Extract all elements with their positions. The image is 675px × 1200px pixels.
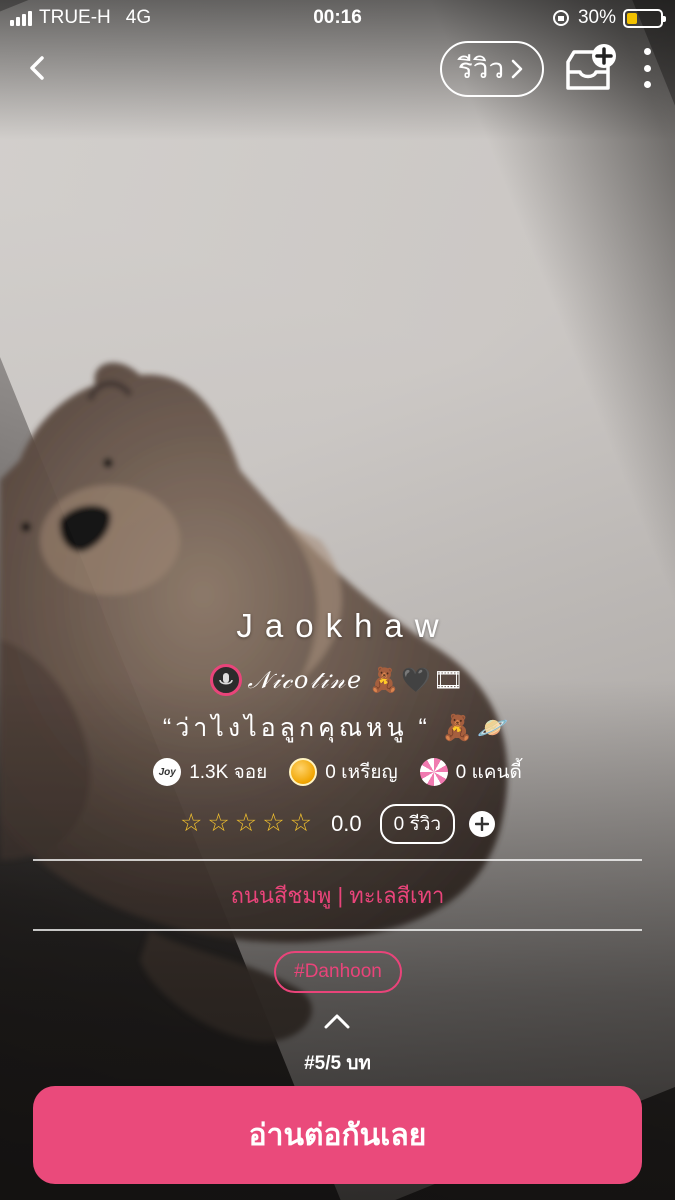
rating-row: ☆ ☆ ☆ ☆ ☆ 0.0 0 รีวิว [0, 804, 675, 844]
review-button-label: รีวิว [457, 53, 505, 84]
coin-icon [289, 758, 318, 786]
chevron-up-icon [324, 1014, 350, 1029]
rating-stars: ☆ ☆ ☆ ☆ ☆ [180, 811, 317, 837]
review-button[interactable]: รีวิว [440, 41, 544, 97]
author-emoji: 🧸🖤🎞 [369, 666, 466, 694]
microphone-icon [218, 673, 233, 685]
add-to-shelf-icon [566, 44, 616, 90]
expand-details-button[interactable] [322, 1012, 352, 1030]
coin-count: 0 เหรียญ [325, 762, 398, 783]
back-button[interactable] [20, 50, 54, 86]
chevron-right-icon [511, 59, 523, 79]
review-count-button[interactable]: 0 รีวิว [379, 804, 456, 844]
hashtag-chip[interactable]: #Danhoon [274, 951, 402, 993]
tagline-text: “ว่าไงไอลูกคุณหนู “ [162, 714, 431, 742]
stats-row: Joy 1.3K จอย 0 เหรียญ 0 แคนดี้ [0, 757, 675, 787]
candy-icon [419, 758, 448, 786]
chapter-count: #5/5 บท [304, 1053, 371, 1074]
joy-icon: Joy [153, 758, 182, 786]
author-row[interactable]: 𝒩𝒾𝒸𝑜𝓉𝒾𝓃𝑒 🧸🖤🎞 [0, 664, 675, 696]
add-review-button[interactable] [469, 811, 496, 837]
star-icon: ☆ [234, 809, 258, 837]
continue-reading-button[interactable]: อ่านต่อกันเลย [33, 1086, 642, 1184]
battery-percent: 30% [577, 7, 616, 28]
star-icon: ☆ [179, 809, 203, 837]
tagline-emoji: 🧸🪐 [441, 714, 513, 742]
add-to-shelf-button[interactable] [560, 44, 620, 94]
battery-icon [623, 8, 666, 28]
author-name[interactable]: 𝒩𝒾𝒸𝑜𝓉𝒾𝓃𝑒 [248, 666, 364, 694]
status-bar: TRUE-H 4G 00:16 30% [0, 0, 675, 36]
story-title: Jaokhaw [236, 607, 451, 644]
star-icon: ☆ [262, 809, 285, 837]
plus-icon [475, 817, 490, 831]
divider-top [33, 859, 642, 861]
author-avatar[interactable] [209, 664, 242, 696]
joy-count: 1.3K จอย [189, 762, 268, 783]
category-link[interactable]: ถนนสีชมพู | ทะเลสีเทา [0, 878, 675, 913]
chevron-left-icon [30, 56, 44, 80]
star-icon: ☆ [207, 809, 230, 837]
story-tagline: “ว่าไงไอลูกคุณหนู “ 🧸🪐 [0, 708, 675, 748]
candy-count: 0 แคนดี้ [455, 762, 522, 783]
divider-bottom [33, 929, 642, 931]
more-options-button[interactable] [636, 48, 658, 88]
orientation-lock-icon [552, 10, 569, 26]
star-icon: ☆ [289, 809, 313, 837]
rating-value: 0.0 [331, 811, 362, 836]
